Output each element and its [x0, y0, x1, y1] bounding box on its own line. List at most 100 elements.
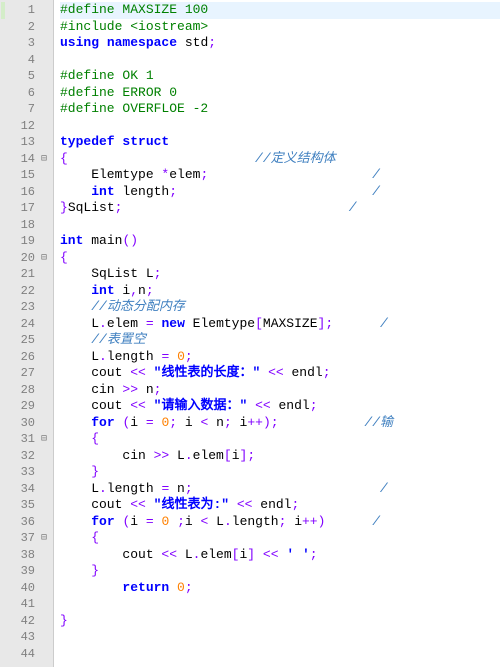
line-number: 29 — [5, 399, 35, 413]
token-id — [122, 200, 348, 215]
line-number: 27 — [5, 366, 35, 380]
gutter-row: 28 — [0, 382, 53, 399]
gutter-row: 20⊟ — [0, 250, 53, 267]
fold-icon[interactable]: ⊟ — [37, 433, 51, 445]
line-content: return 0; — [60, 580, 500, 597]
line-number: 15 — [5, 168, 35, 182]
token-op: << — [255, 398, 271, 413]
token-kw: struct — [122, 134, 169, 149]
gutter-row: 32 — [0, 448, 53, 465]
code-line[interactable]: L.length = n; / — [60, 481, 500, 498]
token-id: i — [115, 283, 131, 298]
code-line[interactable]: } — [60, 464, 500, 481]
code-line[interactable] — [60, 52, 500, 69]
code-line[interactable]: L.elem = new Elemtype[MAXSIZE]; / — [60, 316, 500, 333]
code-line[interactable]: cout << L.elem[i] << ' '; — [60, 547, 500, 564]
line-number: 13 — [5, 135, 35, 149]
token-id: SqList — [68, 200, 115, 215]
code-area[interactable]: #define MAXSIZE 100#include <iostream>us… — [54, 0, 500, 667]
token-id — [60, 580, 122, 595]
code-line[interactable]: #define MAXSIZE 100 — [60, 2, 500, 19]
code-line[interactable]: { — [60, 530, 500, 547]
code-line[interactable]: { — [60, 250, 500, 267]
token-op: << — [130, 365, 146, 380]
code-line[interactable]: //表置空 — [60, 332, 500, 349]
line-content: }SqList; / — [60, 200, 500, 217]
code-line[interactable]: #define ERROR 0 — [60, 85, 500, 102]
token-br: } — [60, 613, 68, 628]
line-content: L.elem = new Elemtype[MAXSIZE]; / — [60, 316, 500, 333]
token-op: . — [224, 514, 232, 529]
token-sc: ; — [247, 448, 255, 463]
code-line[interactable]: for (i = 0; i < n; i++); //输 — [60, 415, 500, 432]
code-line[interactable]: int length; / — [60, 184, 500, 201]
token-id — [260, 365, 268, 380]
token-id: elem — [107, 316, 146, 331]
token-id — [325, 514, 372, 529]
fold-icon[interactable]: ⊟ — [37, 532, 51, 544]
token-id — [247, 398, 255, 413]
code-line[interactable]: return 0; — [60, 580, 500, 597]
line-number: 39 — [5, 564, 35, 578]
token-id: i — [185, 514, 201, 529]
token-cm: / — [372, 514, 380, 529]
code-line[interactable]: cout << "线性表的长度：" << endl; — [60, 365, 500, 382]
code-line[interactable] — [60, 217, 500, 234]
gutter-row: 29 — [0, 398, 53, 415]
code-line[interactable]: using namespace std; — [60, 35, 500, 52]
line-content: { — [60, 431, 500, 448]
gutter-row: 43 — [0, 629, 53, 646]
token-sc: ; — [271, 415, 279, 430]
code-line[interactable]: } — [60, 563, 500, 580]
code-line[interactable]: { //定义结构体 — [60, 151, 500, 168]
code-line[interactable]: for (i = 0 ;i < L.length; i++) / — [60, 514, 500, 531]
code-line[interactable]: }SqList; / — [60, 200, 500, 217]
code-line[interactable]: } — [60, 613, 500, 630]
token-id: L — [208, 514, 224, 529]
code-line[interactable] — [60, 596, 500, 613]
code-line[interactable]: #define OK 1 — [60, 68, 500, 85]
token-sc: ; — [310, 547, 318, 562]
fold-icon[interactable]: ⊟ — [37, 153, 51, 165]
code-line[interactable]: #define OVERFLOE -2 — [60, 101, 500, 118]
gutter-row: 38 — [0, 547, 53, 564]
code-line[interactable] — [60, 118, 500, 135]
token-id: length — [107, 481, 162, 496]
code-line[interactable] — [60, 629, 500, 646]
code-line[interactable]: typedef struct — [60, 134, 500, 151]
code-line[interactable]: cin >> n; — [60, 382, 500, 399]
line-content: //动态分配内存 — [60, 299, 500, 316]
gutter-row: 22 — [0, 283, 53, 300]
code-line[interactable]: L.length = 0; — [60, 349, 500, 366]
token-id — [279, 415, 365, 430]
code-line[interactable]: { — [60, 431, 500, 448]
code-line[interactable] — [60, 646, 500, 663]
code-line[interactable]: //动态分配内存 — [60, 299, 500, 316]
token-id — [193, 481, 380, 496]
line-content: L.length = n; / — [60, 481, 500, 498]
token-id: elem — [193, 448, 224, 463]
line-content: //表置空 — [60, 332, 500, 349]
gutter-row: 37⊟ — [0, 530, 53, 547]
code-line[interactable]: cin >> L.elem[i]; — [60, 448, 500, 465]
token-br: { — [91, 530, 99, 545]
line-content: { — [60, 250, 500, 267]
token-br: ] — [247, 547, 255, 562]
code-line[interactable]: int i,n; — [60, 283, 500, 300]
line-content — [60, 646, 500, 663]
code-line[interactable]: #include <iostream> — [60, 19, 500, 36]
code-line[interactable]: int main() — [60, 233, 500, 250]
line-content — [60, 52, 500, 69]
code-line[interactable]: cout << "线性表为:" << endl; — [60, 497, 500, 514]
fold-icon[interactable]: ⊟ — [37, 252, 51, 264]
line-content: cout << "请输入数据：" << endl; — [60, 398, 500, 415]
line-number: 40 — [5, 581, 35, 595]
token-num: 0 — [177, 349, 185, 364]
token-br: { — [60, 151, 68, 166]
code-line[interactable]: Elemtype *elem; / — [60, 167, 500, 184]
code-line[interactable]: cout << "请输入数据：" << endl; — [60, 398, 500, 415]
token-id: cout — [60, 365, 130, 380]
code-line[interactable]: SqList L; — [60, 266, 500, 283]
line-number: 37 — [5, 531, 35, 545]
token-pp: <iostream> — [130, 19, 208, 34]
